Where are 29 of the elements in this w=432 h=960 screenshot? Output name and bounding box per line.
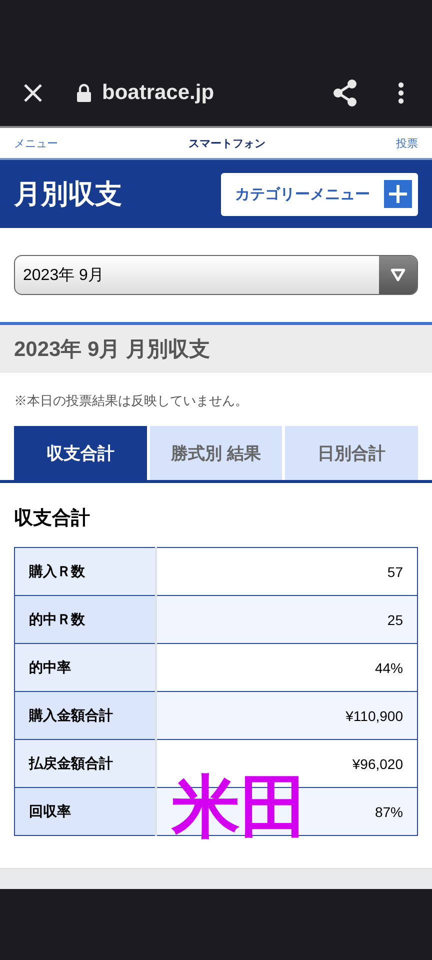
- row-value: 57: [156, 548, 418, 596]
- menu-link[interactable]: メニュー: [14, 136, 58, 150]
- row-label: 回収率: [14, 788, 156, 836]
- row-label: 的中率: [14, 644, 156, 692]
- page-title: 月別収支: [14, 178, 122, 211]
- row-value: 44%: [156, 644, 418, 692]
- row-label: 購入金額合計: [14, 692, 156, 740]
- share-icon[interactable]: [332, 79, 358, 107]
- section-title: 2023年 9月 月別収支: [14, 337, 210, 363]
- dropdown-icon: [390, 268, 406, 282]
- vote-link[interactable]: 投票: [396, 136, 418, 150]
- close-icon[interactable]: [22, 82, 44, 104]
- plus-icon: [384, 180, 412, 208]
- summary-title: 収支合計: [14, 506, 91, 531]
- tab[interactable]: 日別合計: [285, 426, 418, 480]
- month-select[interactable]: 2023年 9月: [14, 255, 418, 295]
- tab[interactable]: 収支合計: [14, 426, 147, 480]
- row-value: 25: [156, 596, 418, 644]
- lock-icon: [76, 83, 92, 103]
- row-label: 的中Ｒ数: [14, 596, 156, 644]
- row-value: ¥110,900: [156, 692, 418, 740]
- row-label: 払戻金額合計: [14, 740, 156, 788]
- more-icon[interactable]: [398, 82, 404, 104]
- category-menu-button[interactable]: カテゴリーメニュー: [221, 172, 418, 216]
- url-text[interactable]: boatrace.jp: [102, 81, 214, 105]
- tab[interactable]: 勝式別 結果: [150, 426, 282, 480]
- note-text: ※本日の投票結果は反映していません。: [14, 392, 249, 410]
- site-label: スマートフォン: [188, 136, 266, 150]
- row-label: 購入Ｒ数: [14, 548, 156, 596]
